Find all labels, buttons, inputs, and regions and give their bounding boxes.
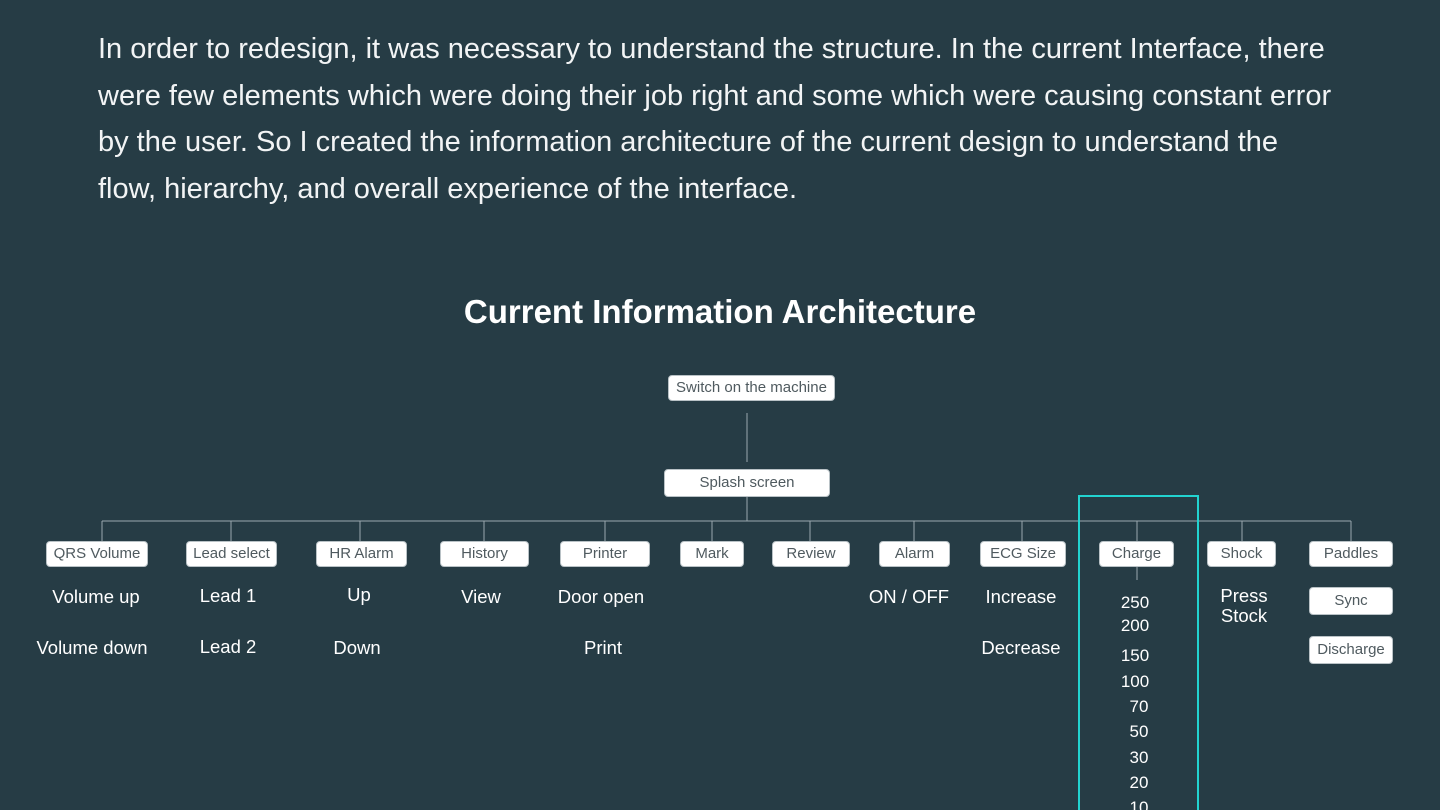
node-splash-screen: Splash screen <box>664 469 830 497</box>
node-discharge: Discharge <box>1309 636 1393 664</box>
node-lead-select: Lead select <box>186 541 277 567</box>
node-review: Review <box>772 541 850 567</box>
child-on-off: ON / OFF <box>868 586 950 607</box>
charge-highlight-frame <box>1078 495 1199 810</box>
child-volume-down: Volume down <box>36 637 148 658</box>
node-qrs-volume: QRS Volume <box>46 541 148 567</box>
node-hr-alarm: HR Alarm <box>316 541 407 567</box>
child-decrease: Decrease <box>981 637 1061 658</box>
child-print: Print <box>583 637 623 658</box>
node-history: History <box>440 541 529 567</box>
node-printer: Printer <box>560 541 650 567</box>
node-root: Switch on the machine <box>668 375 835 401</box>
node-mark: Mark <box>680 541 744 567</box>
child-press-stock: Press Stock <box>1220 585 1268 626</box>
node-paddles: Paddles <box>1309 541 1393 567</box>
child-door-open: Door open <box>557 586 645 607</box>
child-lead-2: Lead 2 <box>199 636 257 657</box>
node-shock: Shock <box>1207 541 1276 567</box>
slide: In order to redesign, it was necessary t… <box>0 0 1440 810</box>
node-alarm: Alarm <box>879 541 950 567</box>
node-ecg-size: ECG Size <box>980 541 1066 567</box>
child-up: Up <box>347 584 371 605</box>
child-increase: Increase <box>985 586 1057 607</box>
connector-lines <box>101 413 1352 580</box>
child-view: View <box>461 586 501 607</box>
child-volume-up: Volume up <box>52 586 140 607</box>
node-sync: Sync <box>1309 587 1393 615</box>
child-lead-1: Lead 1 <box>199 585 257 606</box>
child-down: Down <box>333 637 381 658</box>
